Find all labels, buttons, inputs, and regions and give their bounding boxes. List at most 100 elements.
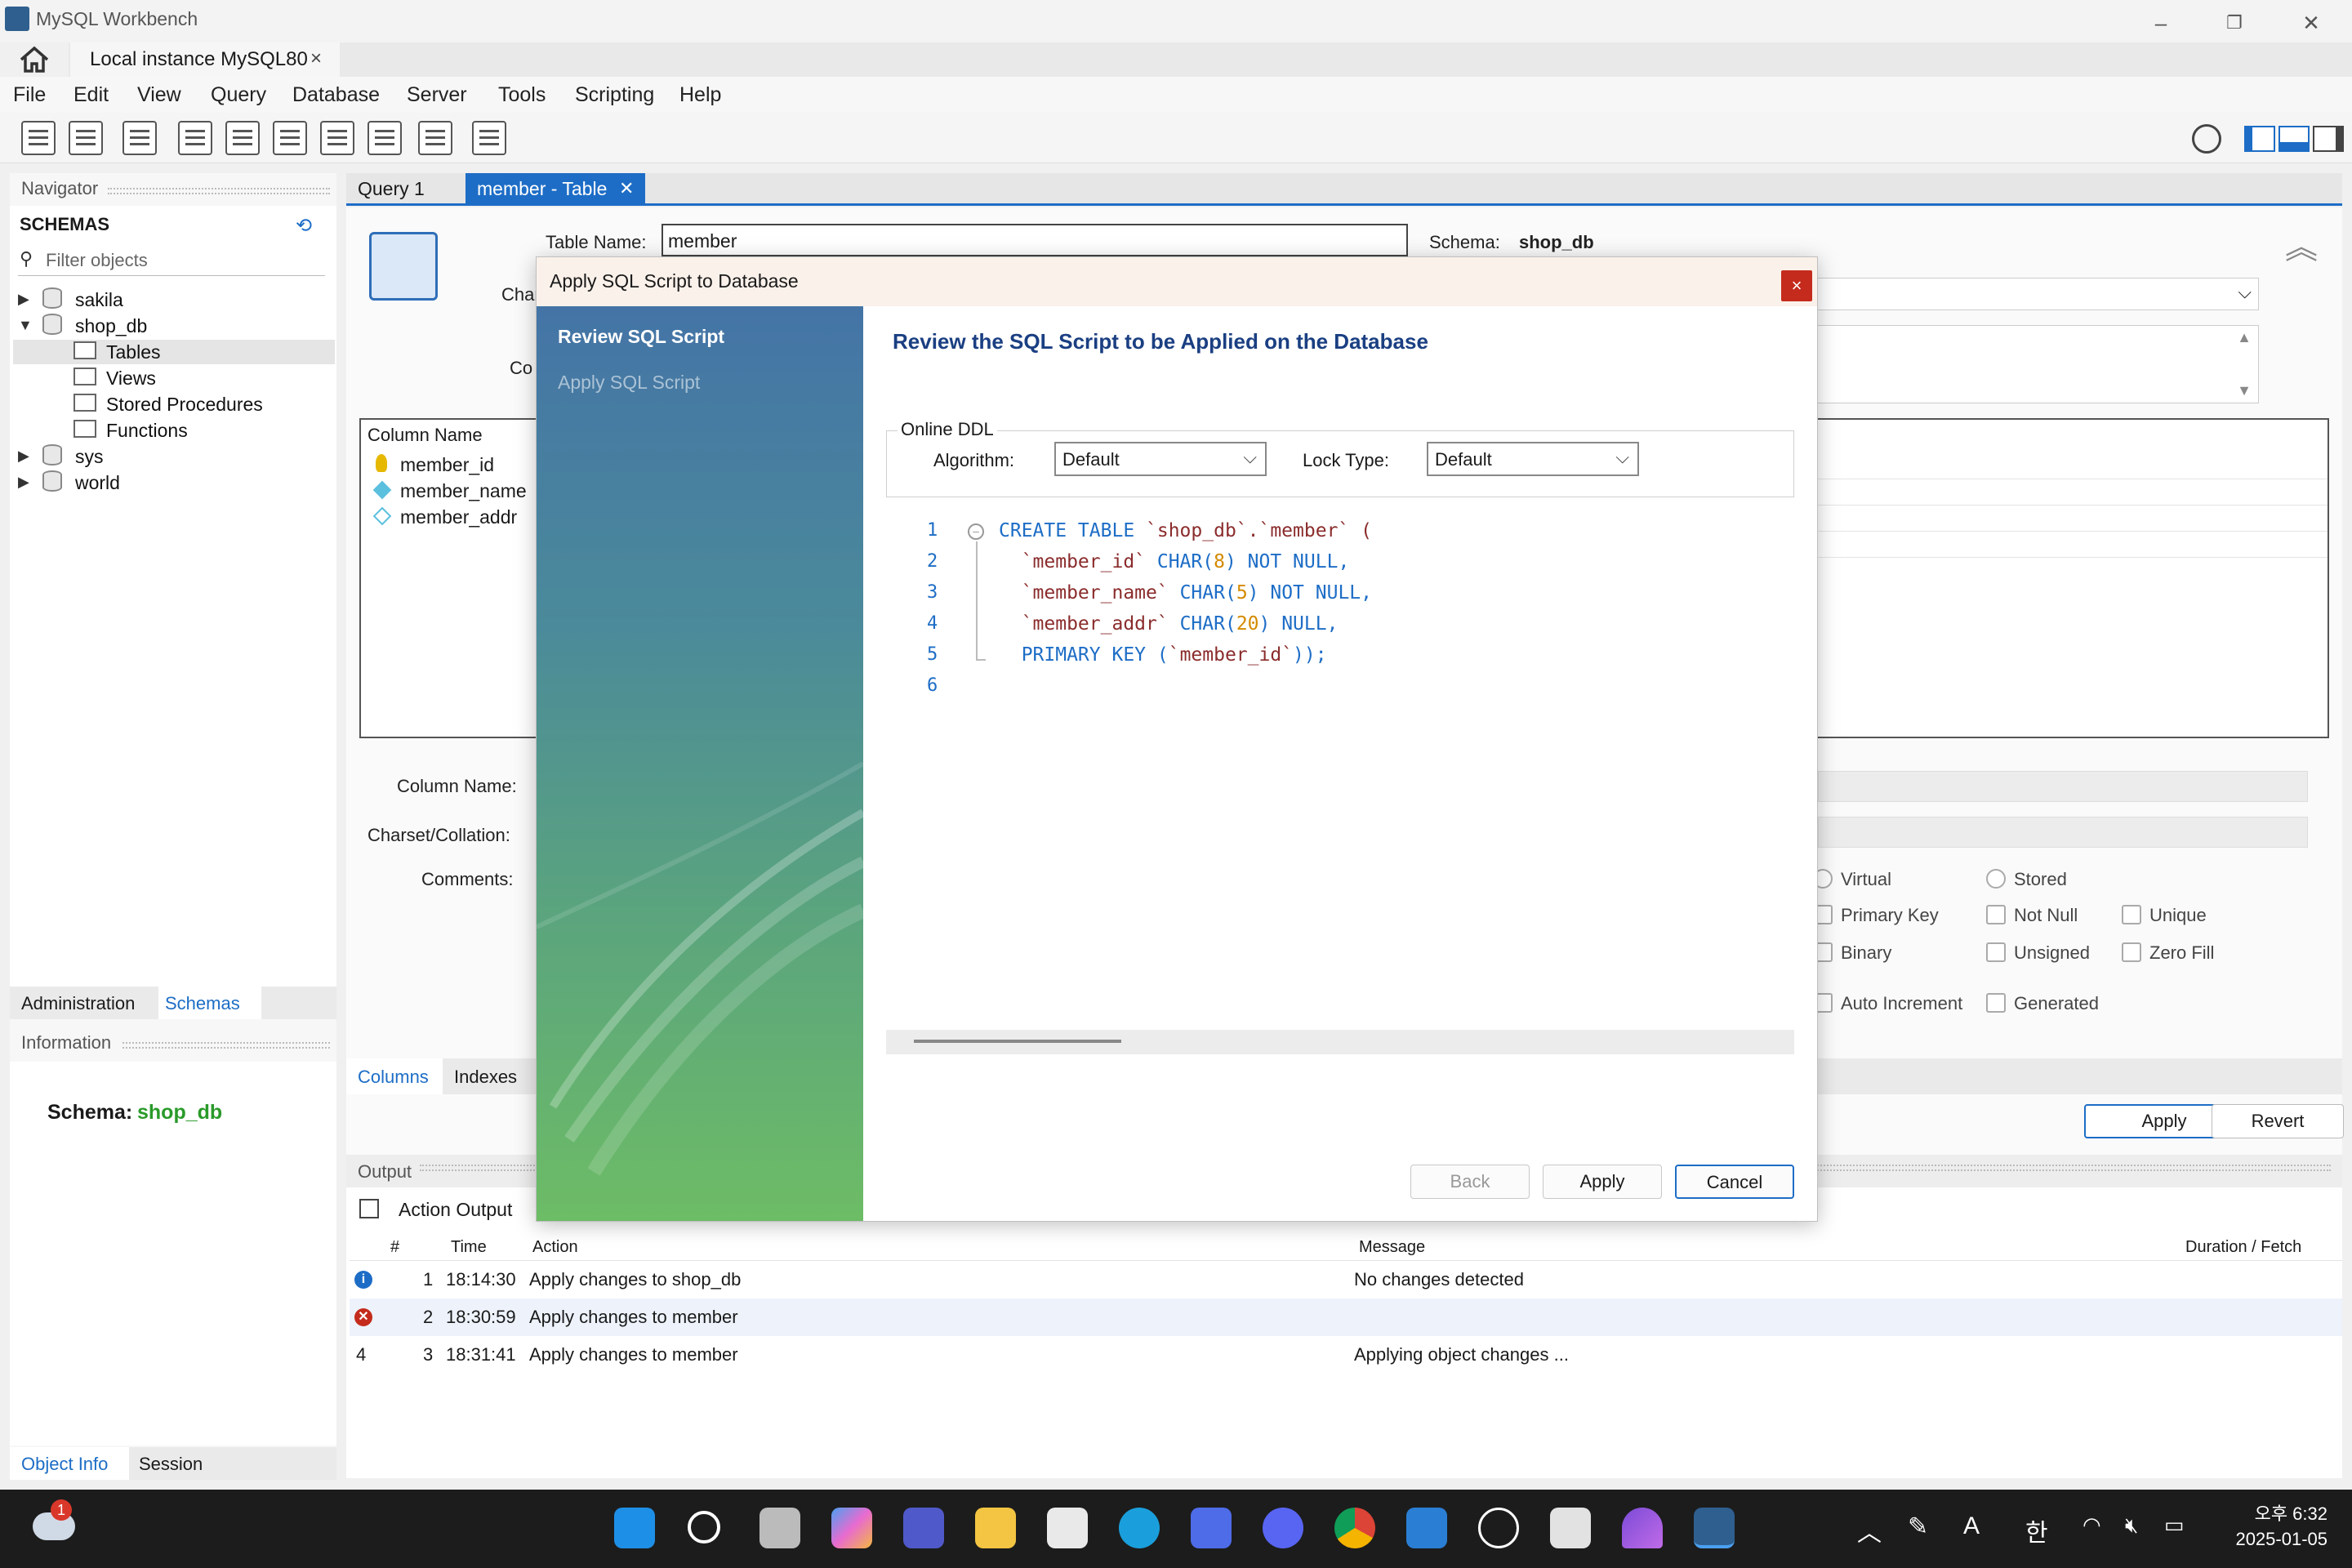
not-null-checkbox[interactable] (1986, 905, 2006, 924)
close-window-button[interactable]: ✕ (2278, 7, 2344, 39)
output-row[interactable]: ✕ 2 18:30:59 Apply changes to member (350, 1298, 2342, 1336)
close-tab-icon[interactable]: × (310, 47, 322, 70)
tree-tables[interactable]: Tables (106, 341, 160, 363)
column-name-input[interactable] (1818, 771, 2308, 802)
maximize-button[interactable]: ❐ (2202, 7, 2267, 39)
tree-schema-shop-db[interactable]: shop_db (75, 315, 147, 337)
menu-server[interactable]: Server (407, 83, 467, 107)
tree-views[interactable]: Views (106, 368, 156, 390)
copy-icon[interactable] (359, 1199, 379, 1218)
minimize-button[interactable]: – (2128, 7, 2194, 39)
column-row[interactable]: member_addr (400, 506, 517, 528)
open-sql-script-icon[interactable] (69, 121, 103, 155)
create-function-icon[interactable] (368, 121, 402, 155)
app-icon[interactable] (1622, 1508, 1663, 1548)
inspector-icon[interactable] (122, 121, 157, 155)
volume-muted-icon[interactable]: 🔇︎ (2125, 1512, 2138, 1539)
charset-select[interactable]: ⌵ (1813, 278, 2259, 310)
stored-radio[interactable] (1986, 869, 2006, 889)
menu-file[interactable]: File (13, 83, 46, 107)
column-row[interactable]: member_id (400, 454, 494, 476)
expand-arrow-icon[interactable]: ▶ (18, 291, 29, 308)
dialog-apply-button[interactable]: Apply (1543, 1165, 1662, 1199)
cancel-button[interactable]: Cancel (1675, 1165, 1794, 1199)
column-row[interactable]: member_name (400, 480, 527, 502)
tree-schema-sakila[interactable]: sakila (75, 289, 123, 311)
tree-functions[interactable]: Functions (106, 420, 188, 442)
collapse-arrow-icon[interactable]: ▼ (18, 317, 33, 334)
pen-icon[interactable]: ✎ (1908, 1512, 1928, 1541)
snipping-tool-icon[interactable] (1550, 1508, 1591, 1548)
action-output-select[interactable]: Action Output (399, 1199, 512, 1221)
filter-objects-input[interactable]: ⚲ Filter objects (18, 243, 325, 276)
chatgpt-icon[interactable] (1478, 1508, 1519, 1548)
tab-indexes[interactable]: Indexes (454, 1067, 517, 1088)
sql-script-editor[interactable]: 1 2 3 4 5 6 – CREATE TABLE `shop_db`.`me… (886, 502, 1794, 961)
mysql-workbench-taskbar-icon[interactable] (1694, 1508, 1735, 1548)
collation-select[interactable] (1818, 817, 2308, 848)
tab-member-table[interactable]: member - Table ✕ (466, 173, 645, 204)
tab-schemas[interactable]: Schemas (158, 987, 261, 1019)
table-comments-input[interactable]: ▲ ▼ (1813, 325, 2259, 403)
tab-object-info[interactable]: Object Info (10, 1447, 129, 1480)
search-table-data-icon[interactable] (418, 121, 452, 155)
reconnect-icon[interactable] (472, 121, 506, 155)
expand-arrow-icon[interactable]: ▶ (18, 448, 29, 465)
tree-schema-sys[interactable]: sys (75, 446, 104, 468)
unsigned-checkbox[interactable] (1986, 942, 2006, 962)
close-tab-icon[interactable]: ✕ (619, 178, 634, 199)
menu-view[interactable]: View (137, 83, 181, 107)
horizontal-scrollbar[interactable] (886, 1030, 1794, 1054)
notepad-icon[interactable] (1406, 1508, 1447, 1548)
font-icon[interactable]: A (1963, 1512, 1980, 1540)
menu-scripting[interactable]: Scripting (575, 83, 654, 107)
algorithm-select[interactable]: Default ⌵ (1054, 442, 1267, 476)
ime-indicator[interactable]: 한 (2025, 1512, 2048, 1548)
table-name-input[interactable]: member (662, 224, 1408, 256)
output-row[interactable]: 4 3 18:31:41 Apply changes to member App… (350, 1336, 2342, 1374)
start-button-icon[interactable] (614, 1508, 655, 1548)
lock-type-select[interactable]: Default ⌵ (1427, 442, 1639, 476)
revert-button[interactable]: Revert (2212, 1104, 2344, 1138)
toggle-sidebar-icon[interactable] (2244, 126, 2275, 152)
scroll-down-icon[interactable]: ▼ (2237, 382, 2252, 399)
home-tab[interactable] (0, 42, 69, 77)
expand-arrow-icon[interactable]: ▶ (18, 474, 29, 491)
menu-edit[interactable]: Edit (74, 83, 109, 107)
settings-gear-icon[interactable] (2192, 124, 2221, 154)
output-row[interactable]: i 1 18:14:30 Apply changes to shop_db No… (350, 1261, 2342, 1298)
chrome-icon[interactable] (1334, 1508, 1375, 1548)
copilot-icon[interactable] (831, 1508, 872, 1548)
menu-query[interactable]: Query (211, 83, 266, 107)
fold-marker-icon[interactable]: – (968, 523, 984, 540)
unique-checkbox[interactable] (2122, 905, 2141, 924)
create-table-icon[interactable] (225, 121, 260, 155)
clock-time[interactable]: 오후 6:32 (2213, 1499, 2328, 1526)
chevron-up-icon[interactable]: ︿ (1857, 1512, 1882, 1548)
menu-help[interactable]: Help (679, 83, 721, 107)
tree-schema-world[interactable]: world (75, 472, 120, 494)
create-procedure-icon[interactable] (320, 121, 354, 155)
tab-columns[interactable]: Columns (346, 1058, 443, 1094)
microsoft-store-icon[interactable] (1047, 1508, 1088, 1548)
create-view-icon[interactable] (273, 121, 307, 155)
task-view-icon[interactable] (760, 1508, 800, 1548)
refresh-schemas-icon[interactable]: ⟲ (296, 214, 312, 238)
tab-session[interactable]: Session (139, 1454, 203, 1475)
clock-date[interactable]: 2025-01-05 (2205, 1529, 2328, 1550)
scroll-up-icon[interactable]: ▲ (2237, 329, 2252, 346)
tree-stored-procedures[interactable]: Stored Procedures (106, 394, 263, 416)
edge-icon[interactable] (1119, 1508, 1160, 1548)
generated-checkbox[interactable] (1986, 993, 2006, 1013)
tab-query-1[interactable]: Query 1 (346, 173, 461, 204)
create-schema-icon[interactable] (178, 121, 212, 155)
back-button[interactable]: Back (1410, 1165, 1530, 1199)
zero-fill-checkbox[interactable] (2122, 942, 2141, 962)
collapse-header-icon[interactable]: ︽ (2285, 220, 2318, 268)
toggle-secondary-sidebar-icon[interactable] (2313, 126, 2344, 152)
tab-administration[interactable]: Administration (21, 993, 135, 1014)
menu-tools[interactable]: Tools (498, 83, 546, 107)
search-icon[interactable] (688, 1511, 720, 1544)
scrollbar-thumb[interactable] (914, 1040, 1121, 1043)
battery-icon[interactable]: ▭ (2164, 1512, 2185, 1538)
